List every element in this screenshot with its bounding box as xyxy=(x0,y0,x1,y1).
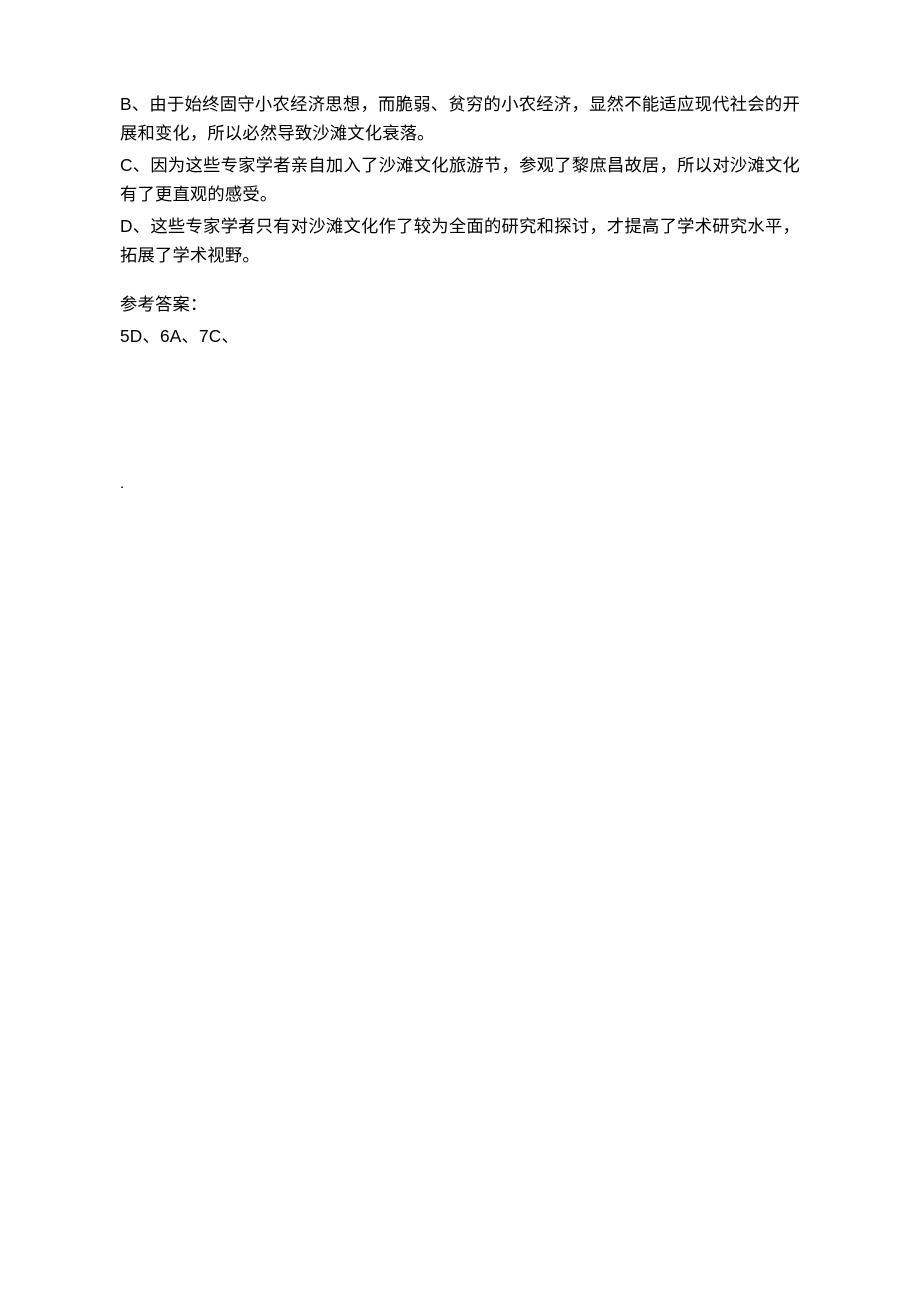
answer-heading: 参考答案： xyxy=(120,290,800,319)
option-c: C、因为这些专家学者亲自加入了沙滩文化旅游节，参观了黎庶昌故居，所以对沙滩文化有… xyxy=(120,151,800,210)
spacer xyxy=(120,272,800,290)
stray-dot: . xyxy=(120,471,800,497)
answer-list: 5D、6A、7C、 xyxy=(120,322,800,351)
option-d: D、这些专家学者只有对沙滩文化作了较为全面的研究和探讨，才提高了学术研究水平，拓… xyxy=(120,212,800,271)
document-page: B、由于始终固守小农经济思想，而脆弱、贫穷的小农经济，显然不能适应现代社会的开展… xyxy=(0,0,920,1302)
option-b: B、由于始终固守小农经济思想，而脆弱、贫穷的小农经济，显然不能适应现代社会的开展… xyxy=(120,90,800,149)
